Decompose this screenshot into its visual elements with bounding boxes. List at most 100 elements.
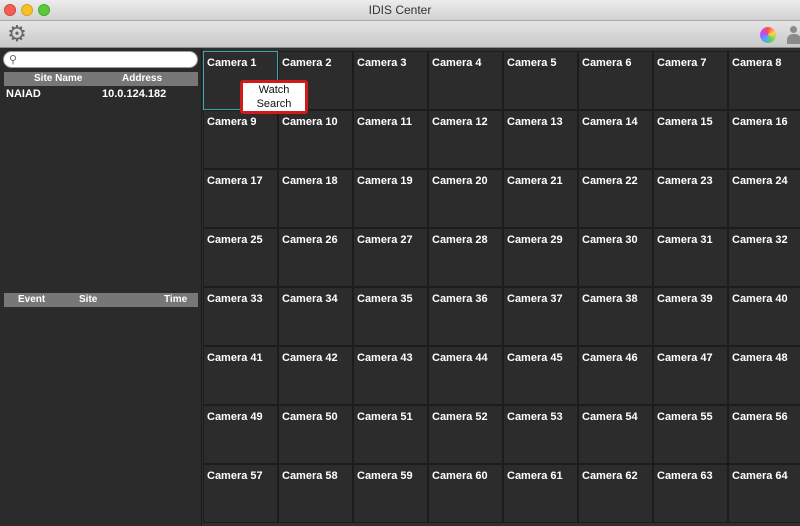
- user-icon[interactable]: [787, 26, 800, 44]
- camera-tile[interactable]: Camera 22: [578, 169, 653, 228]
- camera-tile[interactable]: Camera 19: [353, 169, 428, 228]
- camera-tile[interactable]: Camera 50: [278, 405, 353, 464]
- camera-tile[interactable]: Camera 46: [578, 346, 653, 405]
- camera-tile[interactable]: Camera 6: [578, 51, 653, 110]
- camera-label: Camera 54: [582, 411, 638, 423]
- camera-tile[interactable]: Camera 10: [278, 110, 353, 169]
- site-name-cell: NAIAD: [6, 88, 41, 100]
- camera-label: Camera 56: [732, 411, 788, 423]
- camera-tile[interactable]: Camera 29: [503, 228, 578, 287]
- camera-tile[interactable]: Camera 55: [653, 405, 728, 464]
- camera-tile[interactable]: Camera 30: [578, 228, 653, 287]
- camera-tile[interactable]: Camera 4: [428, 51, 503, 110]
- camera-tile[interactable]: Camera 54: [578, 405, 653, 464]
- camera-tile[interactable]: Camera 17: [203, 169, 278, 228]
- camera-label: Camera 42: [282, 352, 338, 364]
- camera-label: Camera 18: [282, 175, 338, 187]
- camera-tile[interactable]: Camera 8: [728, 51, 800, 110]
- site-table-row[interactable]: NAIAD 10.0.124.182: [4, 88, 198, 102]
- camera-label: Camera 45: [507, 352, 563, 364]
- camera-label: Camera 19: [357, 175, 413, 187]
- camera-tile[interactable]: Camera 38: [578, 287, 653, 346]
- camera-label: Camera 44: [432, 352, 488, 364]
- camera-label: Camera 13: [507, 116, 563, 128]
- color-wheel-icon[interactable]: [760, 27, 776, 43]
- camera-tile[interactable]: Camera 41: [203, 346, 278, 405]
- camera-label: Camera 57: [207, 470, 263, 482]
- camera-tile[interactable]: Camera 26: [278, 228, 353, 287]
- camera-tile[interactable]: Camera 43: [353, 346, 428, 405]
- camera-tile[interactable]: Camera 53: [503, 405, 578, 464]
- camera-label: Camera 16: [732, 116, 788, 128]
- camera-tile[interactable]: Camera 27: [353, 228, 428, 287]
- camera-tile[interactable]: Camera 33: [203, 287, 278, 346]
- column-header-site-name[interactable]: Site Name: [34, 73, 82, 84]
- column-header-address[interactable]: Address: [122, 73, 162, 84]
- camera-label: Camera 31: [657, 234, 713, 246]
- camera-tile[interactable]: Camera 9: [203, 110, 278, 169]
- gear-icon[interactable]: ⚙: [6, 23, 28, 45]
- camera-label: Camera 53: [507, 411, 563, 423]
- camera-tile[interactable]: Camera 40: [728, 287, 800, 346]
- camera-tile[interactable]: Camera 39: [653, 287, 728, 346]
- camera-tile[interactable]: Camera 32: [728, 228, 800, 287]
- camera-tile[interactable]: Camera 16: [728, 110, 800, 169]
- camera-tile[interactable]: Camera 36: [428, 287, 503, 346]
- camera-tile[interactable]: Camera 42: [278, 346, 353, 405]
- camera-tile[interactable]: Camera 56: [728, 405, 800, 464]
- camera-tile[interactable]: Camera 3: [353, 51, 428, 110]
- camera-tile[interactable]: Camera 52: [428, 405, 503, 464]
- camera-tile[interactable]: Camera 61: [503, 464, 578, 523]
- camera-tile[interactable]: Camera 28: [428, 228, 503, 287]
- camera-tile[interactable]: Camera 64: [728, 464, 800, 523]
- window-title: IDIS Center: [368, 3, 432, 17]
- camera-tile[interactable]: Camera 48: [728, 346, 800, 405]
- camera-tile[interactable]: Camera 20: [428, 169, 503, 228]
- camera-label: Camera 37: [507, 293, 563, 305]
- camera-label: Camera 22: [582, 175, 638, 187]
- camera-tile[interactable]: Camera 35: [353, 287, 428, 346]
- camera-tile[interactable]: Camera 60: [428, 464, 503, 523]
- camera-label: Camera 28: [432, 234, 488, 246]
- camera-tile[interactable]: Camera 18: [278, 169, 353, 228]
- camera-label: Camera 25: [207, 234, 263, 246]
- camera-tile[interactable]: Camera 47: [653, 346, 728, 405]
- camera-label: Camera 41: [207, 352, 263, 364]
- camera-tile[interactable]: Camera 24: [728, 169, 800, 228]
- context-menu-item-watch[interactable]: Watch: [243, 84, 305, 96]
- search-input[interactable]: ⚲: [3, 51, 198, 68]
- camera-tile[interactable]: Camera 25: [203, 228, 278, 287]
- camera-tile[interactable]: Camera 21: [503, 169, 578, 228]
- camera-tile[interactable]: Camera 45: [503, 346, 578, 405]
- camera-label: Camera 5: [507, 57, 557, 69]
- context-menu: Watch Search: [240, 80, 308, 114]
- column-header-site[interactable]: Site: [79, 294, 97, 305]
- camera-label: Camera 49: [207, 411, 263, 423]
- camera-tile[interactable]: Camera 5: [503, 51, 578, 110]
- camera-tile[interactable]: Camera 15: [653, 110, 728, 169]
- camera-tile[interactable]: Camera 23: [653, 169, 728, 228]
- camera-tile[interactable]: Camera 11: [353, 110, 428, 169]
- camera-label: Camera 58: [282, 470, 338, 482]
- camera-tile[interactable]: Camera 12: [428, 110, 503, 169]
- camera-tile[interactable]: Camera 59: [353, 464, 428, 523]
- event-table-header: Event Site Time: [4, 293, 198, 307]
- camera-tile[interactable]: Camera 14: [578, 110, 653, 169]
- camera-tile[interactable]: Camera 63: [653, 464, 728, 523]
- camera-tile[interactable]: Camera 34: [278, 287, 353, 346]
- camera-tile[interactable]: Camera 57: [203, 464, 278, 523]
- camera-tile[interactable]: Camera 49: [203, 405, 278, 464]
- column-header-time[interactable]: Time: [164, 294, 187, 305]
- camera-label: Camera 61: [507, 470, 563, 482]
- camera-tile[interactable]: Camera 62: [578, 464, 653, 523]
- camera-tile[interactable]: Camera 37: [503, 287, 578, 346]
- camera-tile[interactable]: Camera 31: [653, 228, 728, 287]
- camera-tile[interactable]: Camera 7: [653, 51, 728, 110]
- camera-tile[interactable]: Camera 58: [278, 464, 353, 523]
- column-header-event[interactable]: Event: [18, 294, 45, 305]
- camera-tile[interactable]: Camera 51: [353, 405, 428, 464]
- context-menu-item-search[interactable]: Search: [243, 98, 305, 110]
- camera-tile[interactable]: Camera 44: [428, 346, 503, 405]
- camera-tile[interactable]: Camera 13: [503, 110, 578, 169]
- camera-label: Camera 15: [657, 116, 713, 128]
